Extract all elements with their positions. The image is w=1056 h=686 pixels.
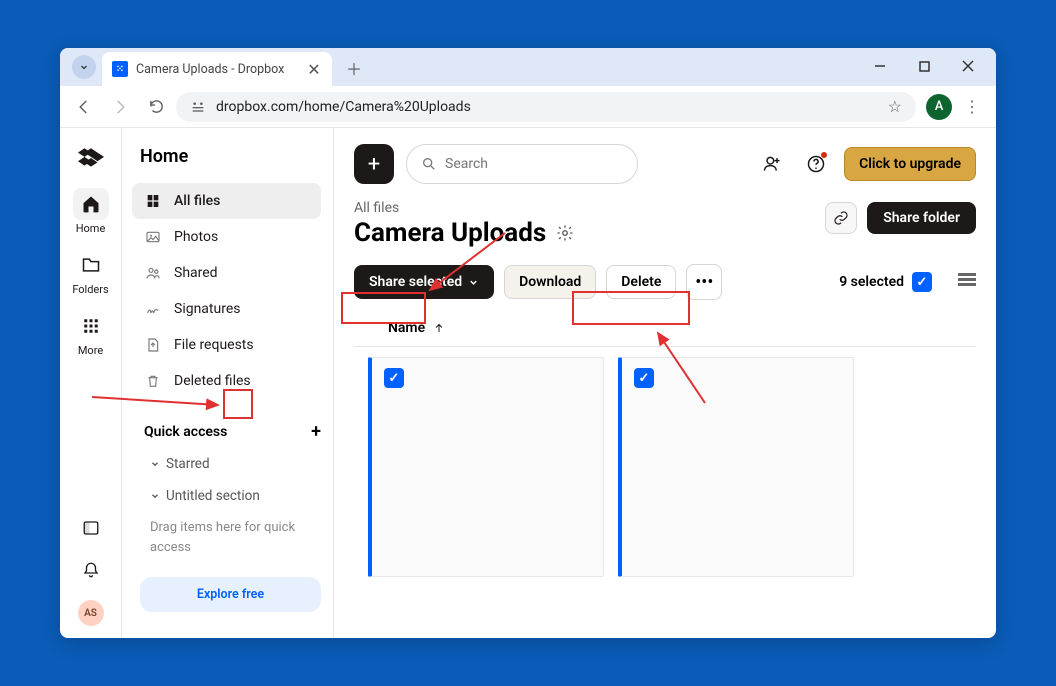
file-checkbox[interactable]: ✓	[634, 368, 654, 388]
create-button[interactable]: +	[354, 144, 394, 184]
settings-gear-icon[interactable]	[556, 224, 574, 242]
reload-button[interactable]	[140, 91, 172, 123]
starred-toggle[interactable]: Starred	[132, 448, 333, 480]
close-window-button[interactable]	[948, 52, 988, 80]
sidebar-item-folders[interactable]: Folders	[67, 243, 115, 302]
add-quick-access-icon[interactable]: +	[311, 421, 321, 442]
nav-link-deleted[interactable]: Deleted files	[132, 363, 321, 399]
signature-icon	[144, 301, 162, 317]
chevron-down-icon	[468, 277, 479, 288]
nav-link-shared[interactable]: Shared	[132, 255, 321, 291]
sidebar-label: Home	[76, 222, 106, 235]
browser-menu-button[interactable]: ⋮	[956, 91, 988, 123]
explore-free-card[interactable]: Explore free	[140, 577, 321, 612]
delete-button[interactable]: Delete	[606, 265, 676, 299]
home-icon	[81, 194, 101, 214]
view-grid-button[interactable]	[958, 273, 976, 291]
chevron-down-icon	[150, 459, 160, 469]
nav-link-photos[interactable]: Photos	[132, 219, 321, 255]
share-folder-button[interactable]: Share folder	[867, 202, 976, 234]
sidebar-item-home[interactable]: Home	[67, 182, 115, 241]
nav-link-label: File requests	[174, 337, 254, 353]
panel-toggle-icon[interactable]	[77, 514, 105, 542]
quick-access-hint: Drag items here for quick access	[132, 512, 333, 563]
nav-link-signatures[interactable]: Signatures	[132, 291, 321, 327]
dropbox-favicon: ⁙	[112, 61, 128, 77]
upgrade-button[interactable]: Click to upgrade	[844, 147, 976, 181]
notifications-icon[interactable]	[77, 556, 105, 584]
folder-icon	[81, 255, 101, 275]
browser-tab[interactable]: ⁙ Camera Uploads - Dropbox ✕	[102, 52, 332, 86]
browser-profile-avatar[interactable]: A	[926, 94, 952, 120]
thin-sidebar: Home Folders More AS	[60, 128, 122, 638]
search-field[interactable]	[445, 156, 623, 172]
url-text: dropbox.com/home/Camera%20Uploads	[216, 99, 878, 115]
new-tab-button[interactable]: ＋	[340, 54, 368, 82]
nav-link-label: Photos	[174, 229, 218, 245]
more-actions-button[interactable]: •••	[686, 264, 722, 300]
search-input[interactable]	[406, 144, 638, 184]
sort-asc-icon[interactable]	[433, 322, 445, 334]
tab-search-button[interactable]	[72, 55, 96, 79]
trash-icon	[144, 373, 162, 389]
site-info-icon[interactable]	[190, 99, 206, 115]
file-checkbox[interactable]: ✓	[384, 368, 404, 388]
bookmark-star-icon[interactable]: ☆	[888, 97, 902, 116]
address-bar: dropbox.com/home/Camera%20Uploads ☆ A ⋮	[60, 86, 996, 128]
maximize-button[interactable]	[904, 52, 944, 80]
sidebar-item-more[interactable]: More	[67, 304, 115, 363]
apps-grid-icon	[82, 317, 100, 335]
selection-count[interactable]: 9 selected ✓	[831, 268, 940, 296]
photo-icon	[144, 229, 162, 245]
sidebar-label: More	[78, 344, 103, 357]
back-button[interactable]	[68, 91, 100, 123]
nav-title: Home	[132, 142, 333, 183]
nav-link-label: All files	[174, 193, 220, 209]
copy-link-button[interactable]	[825, 202, 857, 234]
chevron-down-icon	[150, 491, 160, 501]
nav-link-all-files[interactable]: All files	[132, 183, 321, 219]
nav-link-label: Deleted files	[174, 373, 251, 389]
nav-link-label: Signatures	[174, 301, 241, 317]
url-input[interactable]: dropbox.com/home/Camera%20Uploads ☆	[176, 92, 916, 122]
download-button[interactable]: Download	[504, 265, 596, 299]
name-column-header[interactable]: Name	[388, 320, 425, 336]
column-header-row: Name	[354, 306, 976, 347]
main-content: + Click to upgrade All files Camera Uplo…	[334, 128, 996, 638]
forward-button[interactable]	[104, 91, 136, 123]
select-all-checkbox[interactable]: ✓	[912, 272, 932, 292]
file-request-icon	[144, 337, 162, 353]
tab-title: Camera Uploads - Dropbox	[136, 62, 298, 77]
untitled-section-toggle[interactable]: Untitled section	[132, 480, 333, 512]
shared-icon	[144, 265, 162, 281]
dropbox-logo[interactable]	[77, 144, 105, 172]
browser-tab-strip: ⁙ Camera Uploads - Dropbox ✕ ＋	[60, 48, 996, 86]
nav-link-file-requests[interactable]: File requests	[132, 327, 321, 363]
page-title: Camera Uploads	[354, 218, 546, 248]
quick-access-header: Quick access +	[132, 415, 333, 448]
nav-link-label: Shared	[174, 265, 218, 281]
file-card[interactable]: ✓	[618, 357, 854, 577]
files-icon	[144, 193, 162, 209]
file-card[interactable]: ✓	[368, 357, 604, 577]
minimize-button[interactable]	[860, 52, 900, 80]
sidebar-label: Folders	[72, 283, 108, 296]
search-icon	[421, 156, 437, 172]
help-icon[interactable]	[800, 148, 832, 180]
breadcrumb[interactable]: All files	[354, 200, 574, 216]
close-tab-icon[interactable]: ✕	[306, 61, 322, 77]
notification-dot	[821, 152, 827, 158]
invite-icon[interactable]	[756, 148, 788, 180]
user-avatar[interactable]: AS	[78, 600, 104, 626]
share-selected-button[interactable]: Share selected	[354, 265, 494, 299]
nav-panel: Home All files Photos Shared Signatures …	[122, 128, 334, 638]
